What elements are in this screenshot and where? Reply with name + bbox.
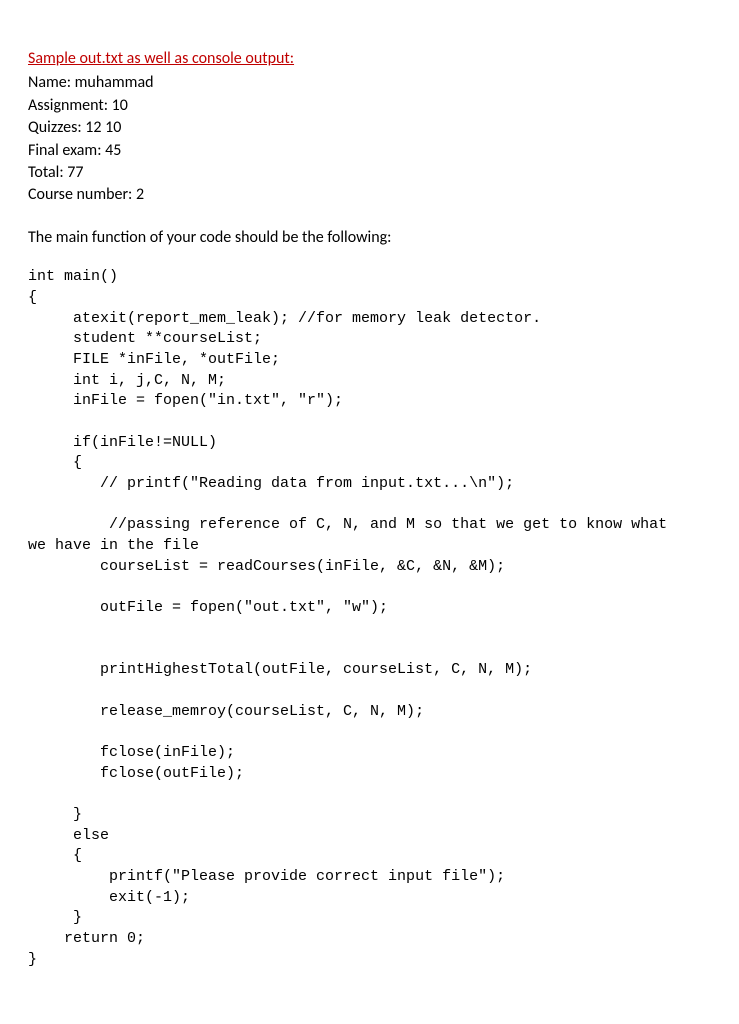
name-label: Name: — [28, 73, 71, 92]
total-label: Total: — [28, 163, 64, 182]
quizzes-value: 12 10 — [85, 118, 121, 137]
total-line: Total: 77 — [28, 162, 711, 184]
code-block: int main() { atexit(report_mem_leak); //… — [28, 267, 711, 970]
assignment-value: 10 — [112, 96, 128, 115]
name-value: muhammad — [75, 73, 154, 92]
name-line: Name: muhammad — [28, 72, 711, 94]
course-number-value: 2 — [136, 185, 144, 204]
final-exam-value: 45 — [105, 141, 121, 160]
quizzes-line: Quizzes: 12 10 — [28, 117, 711, 139]
assignment-label: Assignment: — [28, 96, 108, 115]
section-heading: Sample out.txt as well as console output… — [28, 48, 711, 70]
quizzes-label: Quizzes: — [28, 118, 82, 137]
final-exam-line: Final exam: 45 — [28, 140, 711, 162]
course-number-label: Course number: — [28, 185, 132, 204]
course-number-line: Course number: 2 — [28, 184, 711, 206]
final-exam-label: Final exam: — [28, 141, 101, 160]
total-value: 77 — [67, 163, 83, 182]
instruction-text: The main function of your code should be… — [28, 227, 711, 249]
assignment-line: Assignment: 10 — [28, 95, 711, 117]
